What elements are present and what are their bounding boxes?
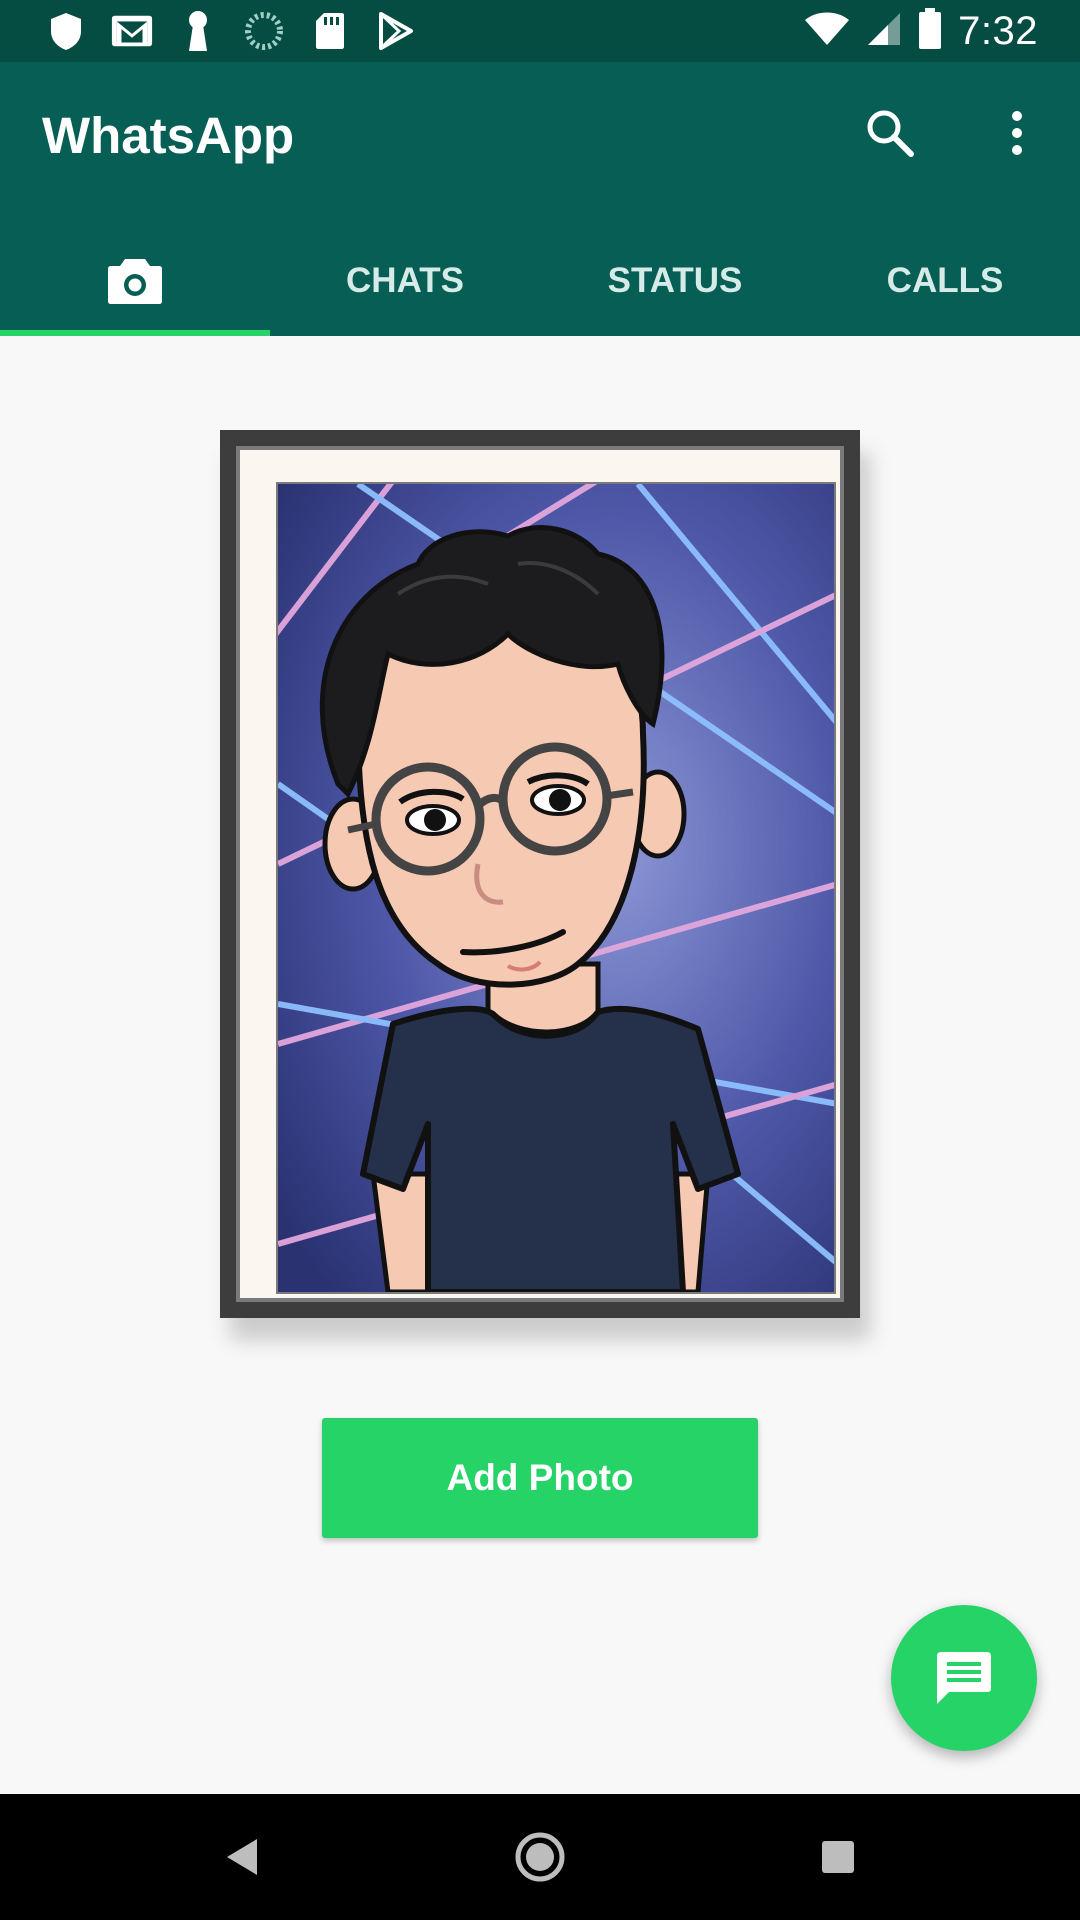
camera-icon: [108, 259, 162, 304]
tab-status[interactable]: STATUS: [540, 226, 810, 336]
tab-indicator: [0, 330, 270, 336]
recents-icon: [822, 1841, 854, 1873]
notification-icons: [44, 8, 418, 54]
play-store-icon: [374, 9, 418, 53]
signal-icon: [866, 11, 902, 52]
recents-button[interactable]: [803, 1822, 873, 1892]
new-chat-icon: [937, 1652, 991, 1704]
search-icon: [867, 110, 914, 157]
tab-camera[interactable]: [0, 226, 270, 336]
bitmoji-avatar-image: [276, 482, 836, 1294]
clock: 7:32: [958, 8, 1038, 53]
app-bar: WhatsApp CHATS STATUS CALLS: [0, 62, 1080, 336]
wifi-icon: [804, 11, 850, 52]
tab-bar: CHATS STATUS CALLS: [0, 226, 1080, 336]
loading-icon: [242, 9, 286, 53]
app-title: WhatsApp: [42, 107, 295, 164]
system-status: 7:32: [804, 6, 1038, 56]
add-photo-button[interactable]: Add Photo: [322, 1418, 758, 1538]
home-button[interactable]: [505, 1822, 575, 1892]
back-icon: [227, 1839, 257, 1875]
back-button[interactable]: [206, 1822, 276, 1892]
navigation-bar: [0, 1794, 1080, 1920]
more-vert-icon: [1012, 111, 1022, 155]
new-chat-fab[interactable]: [891, 1605, 1037, 1751]
keyhole-icon: [176, 9, 220, 53]
tab-calls[interactable]: CALLS: [810, 226, 1080, 336]
shield-icon: [44, 9, 88, 53]
tab-chats[interactable]: CHATS: [270, 226, 540, 336]
gmail-icon: [110, 9, 154, 53]
avatar-picture-frame: [220, 430, 870, 1340]
home-icon: [515, 1832, 565, 1882]
sd-card-icon: [308, 9, 352, 53]
search-button[interactable]: [855, 98, 925, 168]
battery-icon: [918, 7, 942, 55]
more-options-button[interactable]: [982, 98, 1052, 168]
status-bar: 7:32: [0, 0, 1080, 62]
